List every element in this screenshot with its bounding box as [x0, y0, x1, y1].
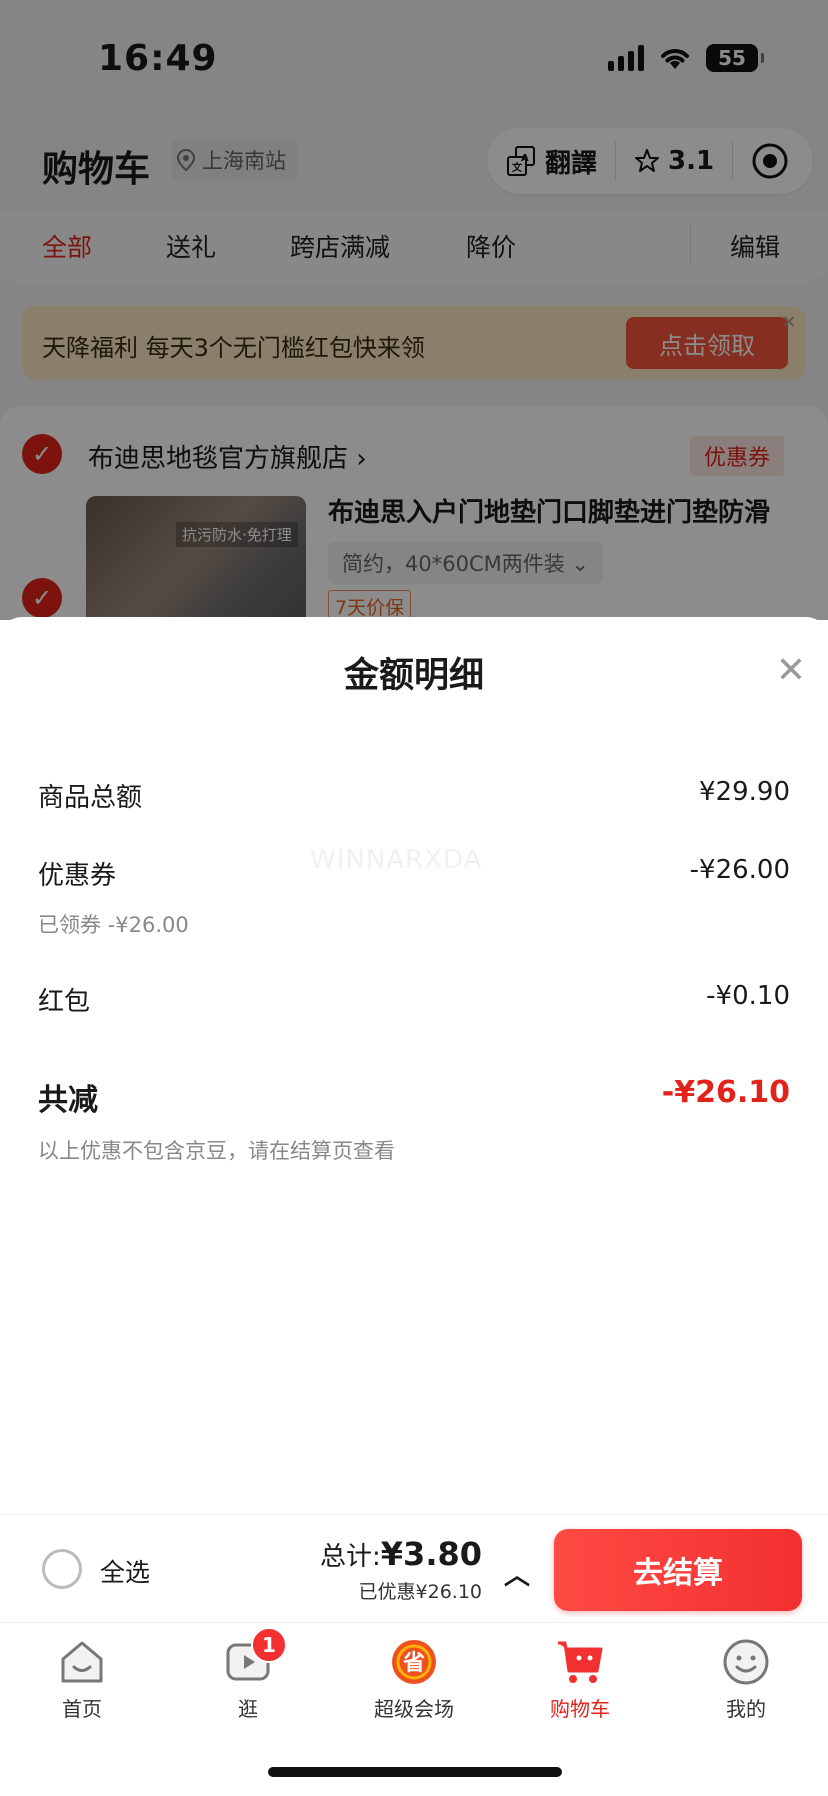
tabbar-label: 超级会场 [374, 1697, 454, 1721]
video-icon: 1 [223, 1627, 287, 1687]
tabbar-item-profile[interactable]: 我的 [686, 1637, 806, 1722]
row-value: ¥29.90 [699, 777, 790, 807]
total-line: 总计:¥3.80 [320, 1535, 482, 1573]
select-all-radio[interactable] [42, 1549, 82, 1589]
row-label: 商品总额 [38, 783, 143, 813]
svg-text:省: 省 [402, 1651, 425, 1676]
discount-note: 以上优惠不包含京豆，请在结算页查看 [38, 1139, 395, 1163]
close-icon[interactable]: ✕ [776, 651, 806, 691]
bottom-tabbar: 首页 1 逛 省 超级会场 购物车 我的 [0, 1622, 828, 1796]
tabbar-item-browse[interactable]: 1 逛 [188, 1627, 308, 1722]
super-venue-icon: 省 [389, 1637, 439, 1687]
total-discount-label: 共减 [38, 1083, 98, 1118]
select-all-label[interactable]: 全选 [100, 1553, 150, 1589]
notification-badge: 1 [251, 1627, 287, 1663]
smiley-icon [721, 1637, 771, 1687]
sheet-title: 金额明细 [343, 656, 484, 696]
tabbar-label: 首页 [62, 1697, 102, 1721]
total-summary[interactable]: 总计:¥3.80 已优惠¥26.10 [320, 1535, 482, 1604]
home-indicator [268, 1767, 562, 1777]
row-label: 红包 [38, 987, 91, 1017]
tabbar-label: 购物车 [550, 1697, 610, 1721]
discount-summary: 已优惠¥26.10 [358, 1581, 482, 1603]
cart-icon [555, 1637, 605, 1687]
tabbar-label: 我的 [726, 1697, 766, 1721]
tabbar-label: 逛 [238, 1697, 258, 1721]
row-sub: 已领券 -¥26.00 [38, 913, 189, 937]
checkout-button[interactable]: 去结算 [554, 1529, 802, 1611]
total-discount-value: -¥26.10 [661, 1075, 790, 1110]
tabbar-item-home[interactable]: 首页 [22, 1637, 142, 1722]
tabbar-item-cart[interactable]: 购物车 [520, 1637, 640, 1722]
row-label: 优惠券 [38, 861, 117, 891]
total-prefix: 总计: [320, 1542, 381, 1572]
checkout-bar: 全选 总计:¥3.80 已优惠¥26.10 ︿ 去结算 [0, 1514, 828, 1622]
row-value: -¥26.00 [689, 855, 790, 885]
tabbar-item-super-venue[interactable]: 省 超级会场 [354, 1637, 474, 1722]
row-value: -¥0.10 [706, 981, 790, 1011]
watermark: WINNARXDA [310, 845, 483, 875]
chevron-up-icon[interactable]: ︿ [504, 1555, 530, 1592]
total-amount: ¥3.80 [380, 1535, 482, 1573]
home-icon [57, 1637, 107, 1687]
modal-overlay[interactable] [0, 0, 828, 620]
